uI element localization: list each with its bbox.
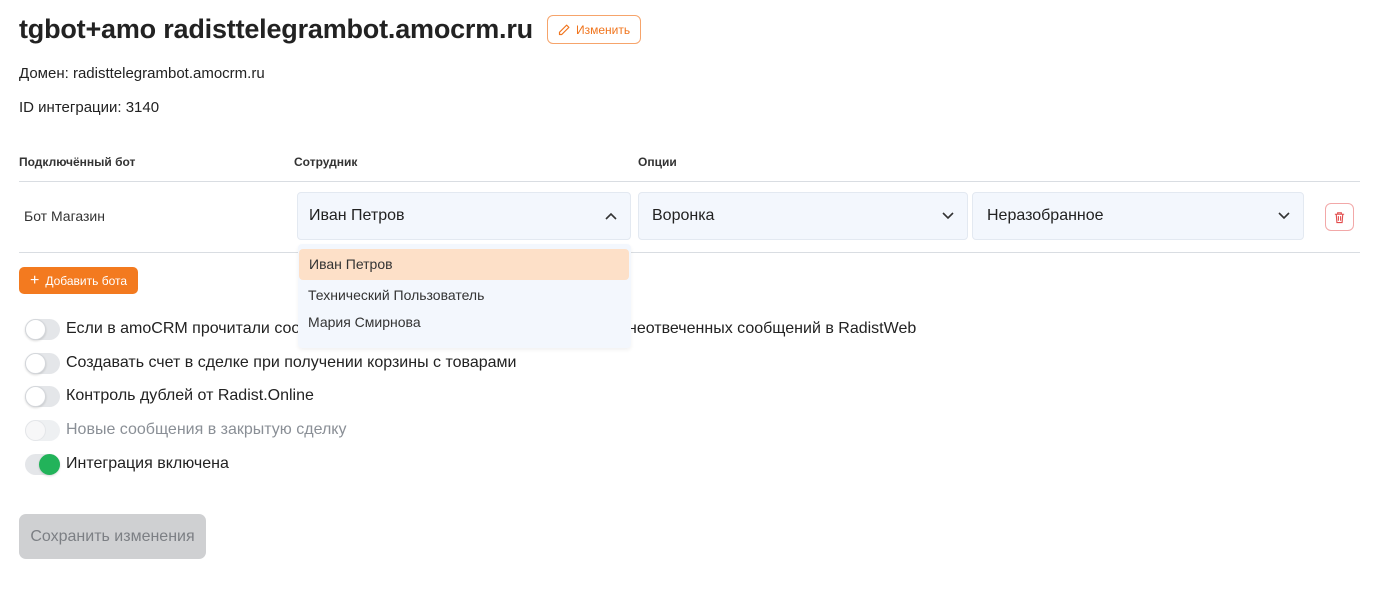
bot-name: Бот Магазин [24, 208, 105, 224]
toggle-knob [25, 419, 46, 441]
toggle-knob [25, 352, 46, 374]
toggle-knob [39, 453, 60, 475]
create-invoice-toggle[interactable] [25, 352, 60, 374]
save-changes-button[interactable]: Сохранить изменения [19, 514, 206, 559]
employee-select-value: Иван Петров [309, 207, 405, 224]
pencil-icon [558, 24, 570, 35]
toggle-row-closed-deal: Новые сообщения в закрытую сделку [25, 419, 346, 441]
edit-button[interactable]: Изменить [546, 15, 642, 44]
trash-icon [1334, 211, 1345, 223]
read-messages-label: Если в amoCRM прочитали сооб [66, 320, 310, 337]
create-invoice-label: Создавать счет в сделке при получении ко… [66, 354, 517, 371]
add-bot-button[interactable]: + Добавить бота [19, 267, 139, 294]
toggle-row-read-messages: Если в amoCRM прочитали сооб [25, 318, 309, 340]
duplicate-control-toggle[interactable] [25, 385, 60, 407]
employee-option[interactable]: Иван Петров [299, 249, 629, 280]
toggle-knob [25, 318, 46, 340]
employee-select[interactable]: Иван Петров [297, 192, 631, 240]
chevron-up-icon [605, 212, 617, 220]
integration-enabled-label: Интеграция включена [66, 455, 229, 472]
closed-deal-toggle[interactable] [25, 419, 60, 441]
toggle-row-duplicate-control: Контроль дублей от Radist.Online [25, 385, 314, 407]
employee-option[interactable]: Мария Смирнова [298, 314, 631, 330]
table-divider-bottom [19, 252, 1360, 253]
delete-bot-button[interactable] [1325, 203, 1354, 231]
toggle-knob [25, 385, 46, 407]
toggle-row-create-invoice: Создавать счет в сделке при получении ко… [25, 352, 516, 374]
page-title: tgbot+amo radisttelegrambot.amocrm.ru [19, 14, 533, 44]
chevron-down-icon [942, 212, 954, 220]
column-header-options: Опции [638, 155, 677, 169]
duplicate-control-label: Контроль дублей от Radist.Online [66, 387, 314, 404]
read-messages-toggle[interactable] [25, 318, 60, 340]
table-divider-top [19, 181, 1360, 182]
integration-id-info: ID интеграции: 3140 [19, 99, 160, 116]
closed-deal-label: Новые сообщения в закрытую сделку [66, 421, 347, 438]
status-select[interactable]: Неразобранное [972, 192, 1304, 240]
read-messages-label-tail: неотвеченных сообщений в RadistWeb [628, 320, 917, 337]
pipeline-select[interactable]: Воронка [638, 192, 968, 240]
edit-button-label: Изменить [575, 22, 631, 37]
title-row: tgbot+amo radisttelegrambot.amocrm.ru Из… [19, 14, 642, 45]
toggle-row-integration-enabled: Интеграция включена [25, 453, 229, 475]
plus-icon: + [30, 271, 40, 289]
pipeline-select-value: Воронка [652, 207, 715, 224]
domain-info: Домен: radisttelegrambot.amocrm.ru [19, 65, 265, 82]
column-header-bot: Подключённый бот [19, 155, 136, 169]
column-header-employee: Сотрудник [294, 155, 358, 169]
employee-dropdown-menu: Иван Петров Технический Пользователь Мар… [298, 244, 631, 348]
chevron-down-icon [1278, 212, 1290, 220]
employee-option[interactable]: Технический Пользователь [298, 287, 631, 303]
integration-enabled-toggle[interactable] [25, 453, 60, 475]
add-bot-label: Добавить бота [45, 273, 128, 288]
status-select-value: Неразобранное [987, 207, 1104, 224]
